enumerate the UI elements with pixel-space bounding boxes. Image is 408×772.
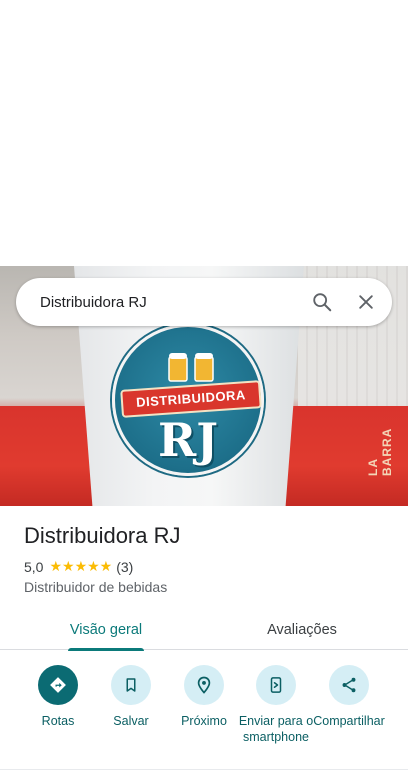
nearby-button[interactable]: Próximo <box>166 665 242 729</box>
close-icon[interactable] <box>348 284 384 320</box>
search-bar[interactable]: Distribuidora RJ <box>16 278 392 326</box>
beer-mugs-icon <box>168 353 214 382</box>
crate-text: LA BARRA <box>366 427 394 476</box>
action-label: Compartilhar <box>313 714 385 728</box>
directions-icon[interactable] <box>38 665 78 705</box>
place-title: Distribuidora RJ <box>24 523 181 548</box>
bookmark-icon[interactable] <box>111 665 151 705</box>
action-label: Salvar <box>113 714 149 728</box>
action-label: Enviar para o smartphone <box>238 714 314 744</box>
share-icon[interactable] <box>329 665 369 705</box>
save-button[interactable]: Salvar <box>93 665 169 729</box>
tab-label: Avaliações <box>267 622 337 638</box>
action-buttons: Rotas Salvar Próximo Enviar para o smart… <box>0 665 408 765</box>
place-tabs: Visão geral Avaliações <box>0 610 408 651</box>
divider <box>0 769 408 770</box>
send-to-phone-icon[interactable] <box>256 665 296 705</box>
place-category[interactable]: Distribuidor de bebidas <box>24 579 167 595</box>
rating-row[interactable]: 5,0 ★★★★★ (3) <box>24 558 133 575</box>
directions-button[interactable]: Rotas <box>20 665 96 729</box>
tab-selected-indicator <box>68 648 144 651</box>
tab-label: Visão geral <box>69 622 143 638</box>
search-icon[interactable] <box>304 284 340 320</box>
review-count: (3) <box>116 558 134 575</box>
action-label: Rotas <box>41 714 75 728</box>
tab-overview[interactable]: Visão geral <box>44 610 168 651</box>
share-button[interactable]: Compartilhar <box>311 665 387 729</box>
rating-value: 5,0 <box>24 558 44 575</box>
send-to-phone-button[interactable]: Enviar para o smartphone <box>238 665 314 745</box>
search-input[interactable]: Distribuidora RJ <box>40 294 304 311</box>
star-rating-icon: ★★★★★ <box>49 558 113 574</box>
business-logo: DISTRIBUIDORA RJ <box>112 324 264 476</box>
nearby-icon[interactable] <box>184 665 224 705</box>
tab-reviews[interactable]: Avaliações <box>240 610 364 650</box>
logo-text: RJ <box>158 413 218 467</box>
action-label: Próximo <box>181 714 227 728</box>
